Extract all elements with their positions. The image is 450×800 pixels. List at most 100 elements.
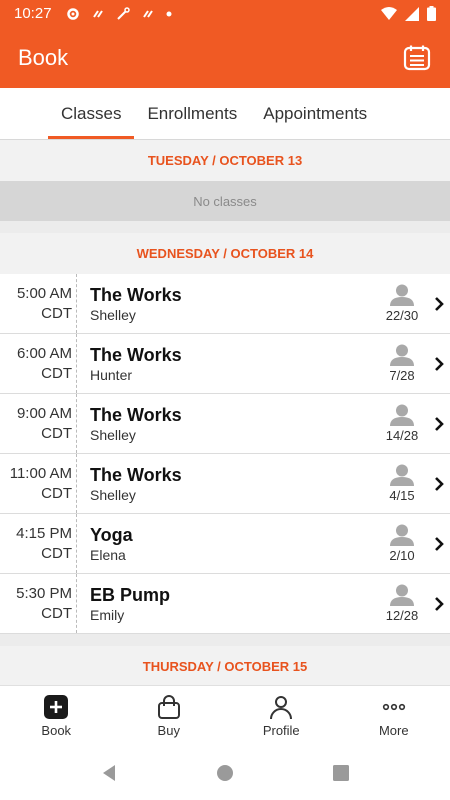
- status-time: 10:27: [14, 5, 52, 22]
- class-info: The Works Shelley: [77, 274, 380, 333]
- settings-icon: [66, 7, 79, 20]
- person-silhouette-icon: [390, 584, 414, 606]
- nav-buy-label: Buy: [157, 722, 180, 738]
- class-name: The Works: [90, 464, 182, 485]
- class-time-column: 4:15 PM CDT: [0, 514, 77, 573]
- class-capacity: 22/30: [380, 274, 424, 333]
- class-time: 5:00 AM: [16, 284, 72, 302]
- tab-appointments[interactable]: Appointments: [250, 88, 380, 139]
- chevron-right-icon: [428, 514, 450, 573]
- nav-book-label: Book: [41, 722, 72, 738]
- person-silhouette-icon: [390, 344, 414, 366]
- shopping-bag-icon: [157, 694, 180, 719]
- class-info: The Works Shelley: [77, 454, 380, 513]
- class-timezone: CDT: [41, 424, 72, 442]
- tab-classes[interactable]: Classes: [48, 88, 135, 139]
- more-dots-icon: [382, 703, 405, 710]
- battery-icon: [427, 6, 436, 21]
- person-silhouette-icon: [390, 524, 414, 546]
- calendar-button[interactable]: [402, 43, 432, 73]
- class-info: EB Pump Emily: [77, 574, 380, 633]
- class-name: EB Pump: [90, 584, 171, 605]
- class-capacity: 7/28: [380, 334, 424, 393]
- class-name: The Works: [90, 344, 182, 365]
- class-row[interactable]: 9:00 AM CDT The Works Shelley 14/28: [0, 394, 450, 454]
- class-capacity: 2/10: [380, 514, 424, 573]
- class-instructor: Elena: [90, 546, 126, 563]
- home-icon[interactable]: [216, 764, 234, 782]
- class-timezone: CDT: [41, 304, 72, 322]
- class-time: 5:30 PM: [16, 584, 72, 602]
- class-schedule-list[interactable]: TUESDAY / OCTOBER 13 No classes WEDNESDA…: [0, 140, 450, 685]
- class-instructor: Shelley: [90, 426, 136, 443]
- signal-icon: [405, 6, 419, 21]
- class-capacity-count: 4/15: [389, 488, 415, 503]
- class-capacity: 4/15: [380, 454, 424, 513]
- person-silhouette-icon: [390, 284, 414, 306]
- wifi-icon: [381, 6, 397, 20]
- class-time: 4:15 PM: [16, 524, 72, 542]
- back-icon[interactable]: [100, 764, 118, 782]
- class-row[interactable]: 11:00 AM CDT The Works Shelley 4/15: [0, 454, 450, 514]
- wrench-icon: [116, 6, 130, 20]
- class-time-column: 5:00 AM CDT: [0, 274, 77, 333]
- sync-icon: [92, 9, 103, 18]
- nav-book[interactable]: Book: [0, 686, 113, 745]
- class-instructor: Hunter: [90, 366, 133, 383]
- class-time-column: 11:00 AM CDT: [0, 454, 77, 513]
- class-time: 6:00 AM: [16, 344, 72, 362]
- class-row[interactable]: 5:30 PM CDT EB Pump Emily 12/28: [0, 574, 450, 634]
- nav-more-label: More: [378, 722, 409, 738]
- app-bar: Book: [0, 27, 450, 88]
- class-timezone: CDT: [41, 364, 72, 382]
- calendar-icon: [403, 45, 431, 70]
- dot-icon: [166, 11, 172, 16]
- class-capacity: 14/28: [380, 394, 424, 453]
- class-timezone: CDT: [41, 604, 72, 622]
- class-time: 11:00 AM: [9, 464, 72, 482]
- class-capacity: 12/28: [380, 574, 424, 633]
- class-name: Yoga: [90, 524, 133, 545]
- recents-icon[interactable]: [332, 764, 350, 782]
- nav-profile[interactable]: Profile: [225, 686, 338, 745]
- class-time-column: 9:00 AM CDT: [0, 394, 77, 453]
- day-header: TUESDAY / OCTOBER 13: [0, 140, 450, 181]
- class-capacity-count: 22/30: [385, 308, 419, 323]
- chevron-right-icon: [428, 574, 450, 633]
- no-classes-message: No classes: [0, 181, 450, 221]
- section-divider: [0, 634, 450, 646]
- tab-enrollments[interactable]: Enrollments: [134, 88, 250, 139]
- plus-square-icon: [44, 694, 69, 719]
- chevron-right-icon: [428, 454, 450, 513]
- class-row[interactable]: 4:15 PM CDT Yoga Elena 2/10: [0, 514, 450, 574]
- chevron-right-icon: [428, 334, 450, 393]
- tab-bar: Classes Enrollments Appointments: [0, 88, 450, 140]
- status-bar: 10:27: [0, 0, 450, 27]
- person-silhouette-icon: [390, 404, 414, 426]
- class-instructor: Shelley: [90, 306, 136, 323]
- class-timezone: CDT: [41, 544, 72, 562]
- nav-profile-label: Profile: [262, 722, 300, 738]
- class-row[interactable]: 5:00 AM CDT The Works Shelley 22/30: [0, 274, 450, 334]
- class-time-column: 6:00 AM CDT: [0, 334, 77, 393]
- status-system-icons: [381, 6, 436, 21]
- class-capacity-count: 2/10: [389, 548, 415, 563]
- class-name: The Works: [90, 404, 182, 425]
- class-info: The Works Shelley: [77, 394, 380, 453]
- class-instructor: Emily: [90, 606, 125, 623]
- class-capacity-count: 14/28: [385, 428, 419, 443]
- class-time-column: 5:30 PM CDT: [0, 574, 77, 633]
- class-time: 9:00 AM: [16, 404, 72, 422]
- nav-more[interactable]: More: [338, 686, 450, 745]
- class-row[interactable]: 6:00 AM CDT The Works Hunter 7/28: [0, 334, 450, 394]
- class-timezone: CDT: [41, 484, 72, 502]
- class-capacity-count: 7/28: [389, 368, 415, 383]
- class-info: Yoga Elena: [77, 514, 380, 573]
- sync-icon: [142, 9, 153, 18]
- page-title: Book: [18, 44, 69, 70]
- class-name: The Works: [90, 284, 182, 305]
- nav-buy[interactable]: Buy: [113, 686, 226, 745]
- system-navigation-bar: [0, 745, 450, 800]
- class-capacity-count: 12/28: [385, 608, 419, 623]
- chevron-right-icon: [428, 274, 450, 333]
